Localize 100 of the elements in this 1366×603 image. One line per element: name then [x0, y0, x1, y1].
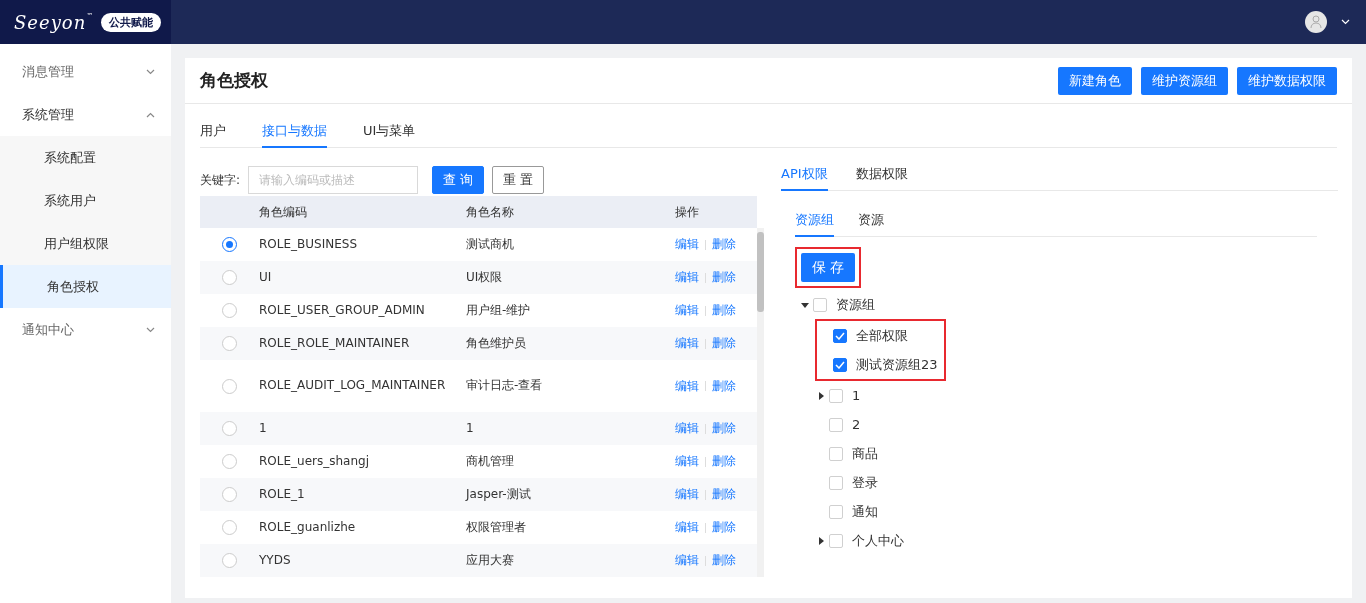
row-radio[interactable]	[222, 237, 237, 252]
query-button[interactable]: 查 询	[432, 166, 485, 194]
action-button[interactable]: 新建角色	[1058, 66, 1132, 95]
caret-right-icon[interactable]	[817, 536, 825, 545]
table-cell-text: ROLE_guanlizhe	[259, 518, 357, 536]
delete-link[interactable]: 删除	[712, 269, 736, 286]
tree-node-label[interactable]: 通知	[852, 502, 878, 521]
table-cell-text: Jasper-测试	[466, 485, 532, 503]
chevron-down-icon	[146, 68, 155, 75]
column-header: 角色名称	[466, 203, 515, 221]
tab[interactable]: 资源组	[795, 211, 834, 237]
tab[interactable]: 数据权限	[855, 165, 908, 191]
table-cell-text: 商机管理	[466, 452, 515, 470]
table-row[interactable]: 1 1 编辑 删除	[200, 412, 757, 445]
edit-link[interactable]: 编辑	[675, 302, 699, 319]
tree-node-label[interactable]: 资源组	[836, 295, 875, 314]
logo: Seeyon	[14, 11, 87, 33]
table-cell-text: UI	[259, 268, 273, 286]
delete-link[interactable]: 删除	[712, 236, 736, 253]
tree-node-label[interactable]: 2	[852, 417, 861, 432]
edit-link[interactable]: 编辑	[675, 420, 699, 437]
tab[interactable]: API权限	[781, 165, 828, 191]
edit-link[interactable]: 编辑	[675, 236, 699, 253]
row-radio[interactable]	[222, 378, 237, 394]
chevron-down-icon	[146, 326, 155, 333]
edit-link[interactable]: 编辑	[675, 335, 699, 352]
column-header: 角色编码	[259, 203, 308, 221]
sidebar-submenu-item[interactable]: 角色授权	[0, 265, 171, 308]
table-cell-text: 1	[466, 419, 475, 437]
table-cell-text: 用户组-维护	[466, 301, 532, 319]
table-row[interactable]: ROLE_1 Jasper-测试 编辑 删除	[200, 478, 757, 511]
delete-link[interactable]: 删除	[712, 519, 736, 536]
table-cell-text: ROLE_BUSINESS	[259, 235, 358, 253]
delete-link[interactable]: 删除	[712, 335, 736, 352]
row-radio[interactable]	[222, 454, 237, 469]
table-cell-text: 权限管理者	[466, 518, 527, 536]
table-row[interactable]: UI UI权限 编辑 删除	[200, 261, 757, 294]
tab[interactable]: UI与菜单	[363, 122, 416, 148]
table-cell-text: 测试商机	[466, 235, 515, 253]
sidebar-submenu-item[interactable]: 系统配置	[0, 136, 171, 179]
caret-right-icon[interactable]	[817, 391, 825, 400]
avatar-icon[interactable]	[1305, 11, 1327, 33]
chevron-down-icon[interactable]	[1341, 19, 1350, 25]
keyword-input-field[interactable]: 请输入编码或描述	[248, 166, 419, 194]
tree-node-label[interactable]: 全部权限	[856, 326, 908, 345]
sidebar-submenu-item[interactable]: 系统用户	[0, 179, 171, 222]
tree-node-label[interactable]: 个人中心	[852, 531, 904, 550]
chevron-up-icon	[146, 111, 155, 118]
table-cell-text: ROLE_AUDIT_LOG_MAINTAINER	[259, 377, 447, 395]
row-radio[interactable]	[222, 520, 237, 535]
row-radio[interactable]	[222, 336, 237, 351]
delete-link[interactable]: 删除	[712, 420, 736, 437]
edit-link[interactable]: 编辑	[675, 519, 699, 536]
tree-checkbox[interactable]	[833, 328, 847, 343]
tab[interactable]: 资源	[858, 211, 884, 237]
product-badge: 公共赋能	[101, 12, 162, 32]
row-radio[interactable]	[222, 270, 237, 285]
table-row[interactable]: ROLE_ROLE_MAINTAINER 角色维护员 编辑 删除	[200, 327, 757, 360]
column-header: 操作	[675, 203, 700, 221]
table-cell-text: 审计日志-查看	[466, 377, 544, 395]
row-radio[interactable]	[222, 487, 237, 502]
edit-link[interactable]: 编辑	[675, 552, 699, 569]
table-cell-text: ROLE_ROLE_MAINTAINER	[259, 334, 411, 352]
edit-link[interactable]: 编辑	[675, 486, 699, 503]
table-cell-text: 应用大赛	[466, 551, 515, 569]
reset-button[interactable]: 重 置	[492, 166, 545, 194]
delete-link[interactable]: 删除	[712, 552, 736, 569]
table-cell-text: UI权限	[466, 268, 504, 286]
table-row[interactable]: YYDS 应用大赛 编辑 删除	[200, 544, 757, 577]
row-radio[interactable]	[222, 421, 237, 436]
row-radio[interactable]	[222, 553, 237, 568]
tab[interactable]: 接口与数据	[262, 122, 327, 148]
edit-link[interactable]: 编辑	[675, 453, 699, 470]
check-icon	[835, 360, 845, 369]
table-cell-text: ROLE_1	[259, 485, 306, 503]
tree-node-label[interactable]: 测试资源组23	[856, 355, 938, 374]
tree-checkbox[interactable]	[833, 357, 847, 372]
tree-node-label[interactable]: 登录	[852, 473, 878, 492]
action-button[interactable]: 维护数据权限	[1237, 66, 1337, 95]
table-cell-text: ROLE_USER_GROUP_ADMIN	[259, 301, 426, 319]
scrollbar[interactable]	[757, 228, 764, 577]
delete-link[interactable]: 删除	[712, 302, 736, 319]
edit-link[interactable]: 编辑	[675, 269, 699, 286]
delete-link[interactable]: 删除	[712, 486, 736, 503]
check-icon	[835, 331, 845, 340]
edit-link[interactable]: 编辑	[675, 377, 699, 395]
table-cell-text: 1	[259, 419, 268, 437]
save-button[interactable]: 保 存	[801, 253, 856, 282]
delete-link[interactable]: 删除	[712, 453, 736, 470]
tree-node-label[interactable]: 商品	[852, 444, 878, 463]
action-button[interactable]: 维护资源组	[1141, 66, 1228, 95]
table-cell-text: YYDS	[259, 551, 292, 569]
tab[interactable]: 用户	[200, 122, 226, 148]
keyword-label: 关键字:	[200, 171, 241, 189]
caret-down-icon[interactable]	[801, 300, 809, 309]
delete-link[interactable]: 删除	[712, 377, 736, 395]
tree-node-label[interactable]: 1	[852, 388, 861, 403]
sidebar-submenu-item[interactable]: 用户组权限	[0, 222, 171, 265]
table-cell-text: 角色维护员	[466, 334, 527, 352]
row-radio[interactable]	[222, 303, 237, 318]
